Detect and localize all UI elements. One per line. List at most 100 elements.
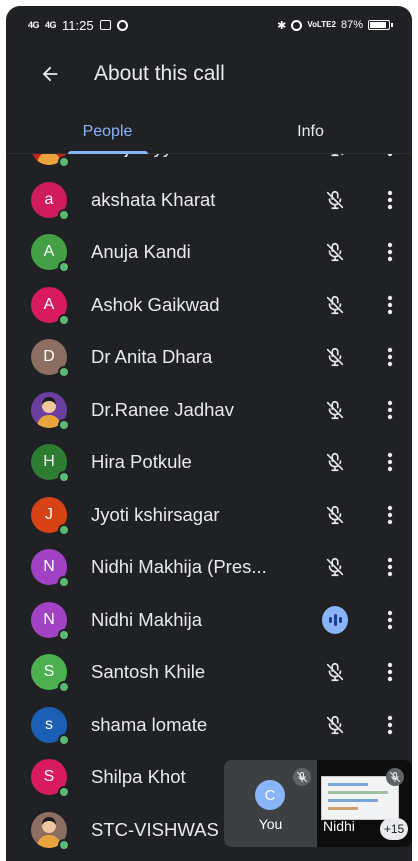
participant-row[interactable]: N Nidhi Makhija xyxy=(6,594,412,647)
participant-row[interactable]: H Hira Potkule xyxy=(6,436,412,489)
mic-off-icon[interactable] xyxy=(322,712,348,738)
participant-row[interactable]: A Anuja Kandi xyxy=(6,226,412,279)
participant-row[interactable]: N Nidhi Makhija (Pres... xyxy=(6,541,412,594)
participant-name: Santosh Khile xyxy=(91,661,206,683)
more-options-icon[interactable] xyxy=(378,553,402,581)
participant-row[interactable]: Dr.Ranee Jadhav xyxy=(6,384,412,437)
online-status-dot xyxy=(58,838,70,851)
presenter-tile[interactable]: Nidhi +15 xyxy=(317,760,412,847)
participant-row[interactable]: S Santosh Khile xyxy=(6,646,412,699)
mic-off-icon[interactable] xyxy=(322,154,348,160)
participant-list[interactable]: Afroj sayyadaakshata KharatAAnuja KandiA… xyxy=(6,154,412,861)
more-options-icon[interactable] xyxy=(378,154,402,161)
participant-row[interactable]: s shama lomate xyxy=(6,699,412,752)
avatar-wrapper: s xyxy=(31,706,70,746)
presenter-name: Nidhi xyxy=(323,818,355,834)
participant-name: Hira Potkule xyxy=(91,451,192,473)
participant-row[interactable]: a akshata Kharat xyxy=(6,174,412,227)
mic-off-icon[interactable] xyxy=(322,659,348,685)
online-status-dot xyxy=(58,313,70,326)
more-options-icon[interactable] xyxy=(378,501,402,529)
participant-name: shama lomate xyxy=(91,713,208,735)
self-avatar: C xyxy=(255,780,285,810)
participant-row[interactable]: A Ashok Gaikwad xyxy=(6,279,412,332)
online-status-dot xyxy=(58,681,70,694)
self-label: You xyxy=(258,816,283,832)
online-status-dot xyxy=(58,628,70,641)
more-options-icon[interactable] xyxy=(378,396,402,424)
mic-off-icon[interactable] xyxy=(322,292,348,318)
more-options-icon[interactable] xyxy=(378,606,402,634)
online-status-dot xyxy=(58,523,70,536)
tab-people-label: People xyxy=(82,122,133,140)
online-status-dot xyxy=(58,418,70,431)
participant-name: Nidhi Makhija (Pres... xyxy=(91,556,267,578)
mic-off-icon[interactable] xyxy=(322,449,348,475)
tab-info[interactable]: Info xyxy=(209,110,412,153)
volte-label: VoLTE2 xyxy=(307,20,336,29)
self-view-pip[interactable]: C You Nidhi +15 xyxy=(224,760,412,847)
mic-off-icon[interactable] xyxy=(322,187,348,213)
mic-off-icon[interactable] xyxy=(322,344,348,370)
more-options-icon[interactable] xyxy=(378,291,402,319)
avatar-wrapper: N xyxy=(31,601,70,641)
others-count-badge[interactable]: +15 xyxy=(380,818,408,840)
tab-bar: People Info xyxy=(6,110,412,154)
page-title: About this call xyxy=(94,62,225,85)
bluetooth-icon: ✱ xyxy=(277,19,287,32)
avatar-wrapper xyxy=(31,391,70,431)
online-status-dot xyxy=(58,366,70,379)
avatar-wrapper: N xyxy=(31,549,70,589)
mic-off-icon xyxy=(386,768,404,786)
participant-name: Jyoti kshirsagar xyxy=(91,503,220,525)
more-options-icon[interactable] xyxy=(378,343,402,371)
arrow-back-icon xyxy=(42,66,58,82)
avatar-wrapper xyxy=(31,811,70,851)
participant-name: Nidhi Makhija xyxy=(91,608,203,630)
online-status-dot xyxy=(58,471,70,484)
more-options-icon[interactable] xyxy=(378,238,402,266)
avatar-wrapper: A xyxy=(31,234,70,274)
participant-name: Anuja Kandi xyxy=(91,241,191,263)
self-tile[interactable]: C You xyxy=(224,760,317,847)
back-button[interactable] xyxy=(28,52,72,96)
avatar-wrapper: S xyxy=(31,654,70,694)
status-time: 11:25 xyxy=(62,17,94,33)
participant-name: Dr Anita Dhara xyxy=(91,346,213,368)
alarm-icon xyxy=(116,19,128,31)
online-status-dot xyxy=(58,786,70,799)
online-status-dot xyxy=(58,156,70,169)
more-options-icon[interactable] xyxy=(378,711,402,739)
battery-icon xyxy=(368,20,393,30)
status-bar: 4G 4G 11:25 ✱ VoLTE2 87% xyxy=(6,6,412,44)
call-screen: 4G 4G 11:25 ✱ VoLTE2 87% About this call… xyxy=(6,6,412,861)
mic-off-icon xyxy=(293,768,311,786)
signal-icon: 4G xyxy=(28,19,40,30)
participant-name: Dr.Ranee Jadhav xyxy=(91,398,234,420)
alarm-icon-2 xyxy=(291,19,303,31)
mic-off-icon[interactable] xyxy=(322,239,348,265)
speaking-indicator-icon[interactable] xyxy=(322,605,348,634)
more-options-icon[interactable] xyxy=(378,658,402,686)
tab-info-label: Info xyxy=(297,122,324,140)
participant-row[interactable]: D Dr Anita Dhara xyxy=(6,331,412,384)
online-status-dot xyxy=(58,733,70,746)
message-icon xyxy=(99,20,111,30)
avatar-wrapper: D xyxy=(31,339,70,379)
avatar-wrapper: A xyxy=(31,286,70,326)
more-options-icon[interactable] xyxy=(378,448,402,476)
battery-percent: 87% xyxy=(340,19,363,31)
tab-people[interactable]: People xyxy=(6,110,209,154)
participant-row[interactable]: J Jyoti kshirsagar xyxy=(6,489,412,542)
avatar-wrapper: S xyxy=(31,759,70,799)
participant-row[interactable]: Afroj sayyad xyxy=(6,154,412,174)
more-options-icon[interactable] xyxy=(378,186,402,214)
online-status-dot xyxy=(58,208,70,221)
participant-name: akshata Kharat xyxy=(91,188,216,210)
mic-off-icon[interactable] xyxy=(322,397,348,423)
participant-name: Afroj sayyad xyxy=(91,154,412,158)
signal-icon-2: 4G xyxy=(45,19,57,30)
mic-off-icon[interactable] xyxy=(322,502,348,528)
mic-off-icon[interactable] xyxy=(322,554,348,580)
online-status-dot xyxy=(58,576,70,589)
